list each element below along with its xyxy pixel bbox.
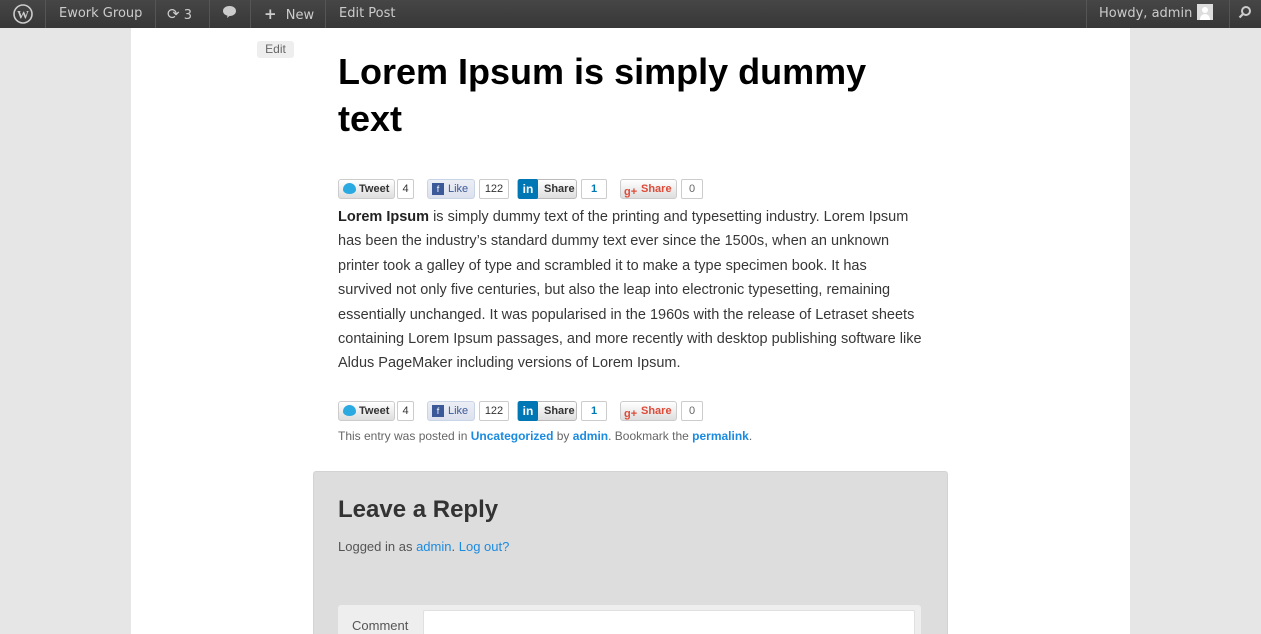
edit-link[interactable]: Edit xyxy=(257,41,294,58)
category-link[interactable]: Uncategorized xyxy=(471,429,554,443)
google-plus-icon: g+ xyxy=(624,408,638,420)
tweet-label: Tweet xyxy=(359,405,390,417)
tweet-button[interactable]: Tweet xyxy=(338,179,395,199)
tweet-button[interactable]: Tweet xyxy=(338,401,395,421)
admin-bar-separator xyxy=(155,0,156,28)
linkedin-share-button[interactable]: in Share xyxy=(517,179,577,199)
google-plus-share-button[interactable]: g+ Share xyxy=(620,401,677,421)
like-count: 122 xyxy=(479,179,509,199)
updates-count: 3 xyxy=(183,8,192,23)
logged-in-prefix: Logged in as xyxy=(338,539,417,554)
admin-bar-separator xyxy=(1229,0,1230,28)
post-body-text: is simply dummy text of the printing and… xyxy=(338,209,922,372)
updates-link[interactable]: ⟳ 3 xyxy=(167,0,192,28)
post-title: Lorem Ipsum is simply dummy text xyxy=(338,51,867,139)
linkedin-icon: in xyxy=(518,179,538,199)
plus-icon: + xyxy=(264,5,277,23)
twitter-bird-icon xyxy=(343,405,356,416)
post-body: Lorem Ipsum is simply dummy text of the … xyxy=(338,205,923,376)
wordpress-icon: W xyxy=(12,4,33,24)
meta-prefix: This entry was posted in xyxy=(338,429,471,443)
tweet-count: 4 xyxy=(397,401,414,421)
linkedin-icon: in xyxy=(518,401,538,421)
profile-link[interactable]: admin xyxy=(416,539,451,554)
new-content-link[interactable]: + New xyxy=(264,0,314,28)
linkedin-share-button[interactable]: in Share xyxy=(517,401,577,421)
tweet-label: Tweet xyxy=(359,183,390,195)
gplus-count: 0 xyxy=(681,179,703,199)
meta-by: by xyxy=(553,429,573,443)
admin-bar: W Ework Group ⟳ 3 + New Edit Post Howdy,… xyxy=(0,0,1261,28)
google-plus-share-button[interactable]: g+ Share xyxy=(620,179,677,199)
like-label: Like xyxy=(448,183,469,195)
reply-title: Leave a Reply xyxy=(338,496,499,523)
edit-post-link[interactable]: Edit Post xyxy=(339,0,396,28)
facebook-icon: f xyxy=(432,183,444,195)
admin-bar-separator xyxy=(1086,0,1087,28)
admin-bar-separator xyxy=(325,0,326,28)
comment-label: Comment xyxy=(352,618,409,633)
tweet-count: 4 xyxy=(397,179,414,199)
linkedin-count: 1 xyxy=(581,179,607,199)
svg-text:W: W xyxy=(17,8,29,22)
like-count: 122 xyxy=(479,401,509,421)
howdy-label: Howdy, admin xyxy=(1099,6,1193,21)
comments-link[interactable] xyxy=(222,0,237,28)
meta-bookmark: . Bookmark the xyxy=(608,429,693,443)
google-plus-icon: g+ xyxy=(624,186,638,198)
admin-bar-separator xyxy=(45,0,46,28)
gplus-label: Share xyxy=(641,183,672,195)
linkedin-label: Share xyxy=(544,405,575,417)
gplus-count: 0 xyxy=(681,401,703,421)
logout-link[interactable]: Log out? xyxy=(459,539,510,554)
search-icon xyxy=(1238,6,1251,19)
like-label: Like xyxy=(448,405,469,417)
logged-in-dot: . xyxy=(451,539,459,554)
facebook-icon: f xyxy=(432,405,444,417)
permalink-link[interactable]: permalink xyxy=(692,429,749,443)
comment-respond: Leave a Reply Logged in as admin. Log ou… xyxy=(313,471,948,634)
avatar xyxy=(1197,4,1214,20)
logged-in-as: Logged in as admin. Log out? xyxy=(338,539,509,554)
entry-meta: This entry was posted in Uncategorized b… xyxy=(338,429,752,443)
admin-bar-separator xyxy=(209,0,210,28)
facebook-like-button[interactable]: f Like xyxy=(427,179,475,199)
page-content: Edit Lorem Ipsum is simply dummy text Tw… xyxy=(131,28,1130,634)
admin-bar-separator xyxy=(250,0,251,28)
wordpress-logo-button[interactable]: W xyxy=(0,0,45,28)
author-link[interactable]: admin xyxy=(573,429,608,443)
twitter-bird-icon xyxy=(343,183,356,194)
linkedin-count: 1 xyxy=(581,401,607,421)
post-body-bold: Lorem Ipsum xyxy=(338,209,430,225)
linkedin-label: Share xyxy=(544,183,575,195)
search-button[interactable] xyxy=(1238,0,1252,28)
site-name-link[interactable]: Ework Group xyxy=(59,0,142,28)
comment-textarea[interactable] xyxy=(423,610,915,634)
account-menu[interactable]: Howdy, admin xyxy=(1099,0,1214,28)
gplus-label: Share xyxy=(641,405,672,417)
comment-field: Comment xyxy=(338,605,921,634)
new-label: New xyxy=(285,8,315,23)
refresh-icon: ⟳ xyxy=(167,5,180,23)
meta-end: . xyxy=(748,429,753,443)
facebook-like-button[interactable]: f Like xyxy=(427,401,475,421)
comment-bubble-icon xyxy=(223,6,236,18)
